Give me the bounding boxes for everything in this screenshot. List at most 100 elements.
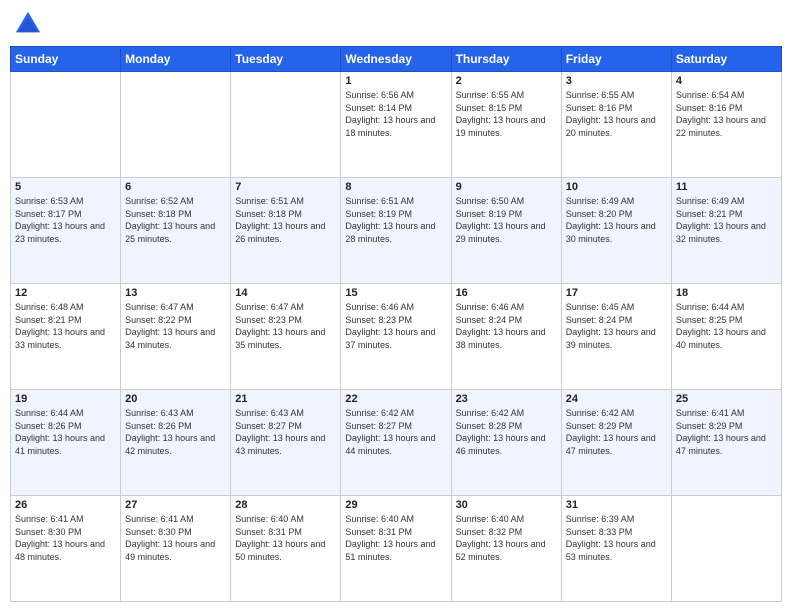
day-header: Friday bbox=[561, 47, 671, 72]
day-info: Sunrise: 6:50 AM Sunset: 8:19 PM Dayligh… bbox=[456, 195, 557, 245]
day-number: 5 bbox=[15, 181, 116, 193]
day-header: Tuesday bbox=[231, 47, 341, 72]
day-info: Sunrise: 6:55 AM Sunset: 8:16 PM Dayligh… bbox=[566, 89, 667, 139]
day-number: 15 bbox=[345, 287, 446, 299]
week-row: 1 Sunrise: 6:56 AM Sunset: 8:14 PM Daylig… bbox=[11, 72, 782, 178]
day-number: 3 bbox=[566, 75, 667, 87]
day-number: 25 bbox=[676, 393, 777, 405]
day-number: 21 bbox=[235, 393, 336, 405]
day-info: Sunrise: 6:40 AM Sunset: 8:31 PM Dayligh… bbox=[235, 513, 336, 563]
header bbox=[10, 10, 782, 38]
day-number: 19 bbox=[15, 393, 116, 405]
day-info: Sunrise: 6:53 AM Sunset: 8:17 PM Dayligh… bbox=[15, 195, 116, 245]
day-header: Saturday bbox=[671, 47, 781, 72]
calendar: SundayMondayTuesdayWednesdayThursdayFrid… bbox=[10, 46, 782, 602]
day-number: 13 bbox=[125, 287, 226, 299]
day-cell: 1 Sunrise: 6:56 AM Sunset: 8:14 PM Daylig… bbox=[341, 72, 451, 178]
day-info: Sunrise: 6:42 AM Sunset: 8:29 PM Dayligh… bbox=[566, 407, 667, 457]
day-cell: 31Sunrise: 6:39 AM Sunset: 8:33 PM Dayli… bbox=[561, 496, 671, 602]
day-header: Wednesday bbox=[341, 47, 451, 72]
day-info: Sunrise: 6:41 AM Sunset: 8:30 PM Dayligh… bbox=[125, 513, 226, 563]
day-number: 14 bbox=[235, 287, 336, 299]
day-info: Sunrise: 6:42 AM Sunset: 8:27 PM Dayligh… bbox=[345, 407, 446, 457]
day-info: Sunrise: 6:41 AM Sunset: 8:30 PM Dayligh… bbox=[15, 513, 116, 563]
day-cell: 19 Sunrise: 6:44 AM Sunset: 8:26 PM Dayli… bbox=[11, 390, 121, 496]
week-row: 19 Sunrise: 6:44 AM Sunset: 8:26 PM Dayli… bbox=[11, 390, 782, 496]
day-cell bbox=[671, 496, 781, 602]
day-info: Sunrise: 6:52 AM Sunset: 8:18 PM Dayligh… bbox=[125, 195, 226, 245]
page: SundayMondayTuesdayWednesdayThursdayFrid… bbox=[0, 0, 792, 612]
day-cell: 7Sunrise: 6:51 AM Sunset: 8:18 PM Daylig… bbox=[231, 178, 341, 284]
day-cell: 29 Sunrise: 6:40 AM Sunset: 8:31 PM Dayli… bbox=[341, 496, 451, 602]
day-cell: 20 Sunrise: 6:43 AM Sunset: 8:26 PM Dayli… bbox=[121, 390, 231, 496]
day-header: Sunday bbox=[11, 47, 121, 72]
day-info: Sunrise: 6:45 AM Sunset: 8:24 PM Dayligh… bbox=[566, 301, 667, 351]
day-number: 28 bbox=[235, 499, 336, 511]
day-info: Sunrise: 6:54 AM Sunset: 8:16 PM Dayligh… bbox=[676, 89, 777, 139]
day-number: 10 bbox=[566, 181, 667, 193]
day-info: Sunrise: 6:48 AM Sunset: 8:21 PM Dayligh… bbox=[15, 301, 116, 351]
day-info: Sunrise: 6:46 AM Sunset: 8:23 PM Dayligh… bbox=[345, 301, 446, 351]
day-number: 27 bbox=[125, 499, 226, 511]
day-number: 31 bbox=[566, 499, 667, 511]
day-number: 11 bbox=[676, 181, 777, 193]
day-cell: 30 Sunrise: 6:40 AM Sunset: 8:32 PM Dayli… bbox=[451, 496, 561, 602]
day-cell: 21 Sunrise: 6:43 AM Sunset: 8:27 PM Dayli… bbox=[231, 390, 341, 496]
week-row: 12 Sunrise: 6:48 AM Sunset: 8:21 PM Dayli… bbox=[11, 284, 782, 390]
day-cell: 14 Sunrise: 6:47 AM Sunset: 8:23 PM Dayli… bbox=[231, 284, 341, 390]
day-header: Thursday bbox=[451, 47, 561, 72]
day-number: 26 bbox=[15, 499, 116, 511]
day-info: Sunrise: 6:51 AM Sunset: 8:19 PM Dayligh… bbox=[345, 195, 446, 245]
day-info: Sunrise: 6:55 AM Sunset: 8:15 PM Dayligh… bbox=[456, 89, 557, 139]
day-number: 6 bbox=[125, 181, 226, 193]
day-info: Sunrise: 6:47 AM Sunset: 8:23 PM Dayligh… bbox=[235, 301, 336, 351]
day-number: 16 bbox=[456, 287, 557, 299]
logo-icon bbox=[14, 10, 42, 38]
day-number: 1 bbox=[345, 75, 446, 87]
day-info: Sunrise: 6:44 AM Sunset: 8:26 PM Dayligh… bbox=[15, 407, 116, 457]
day-number: 4 bbox=[676, 75, 777, 87]
day-info: Sunrise: 6:40 AM Sunset: 8:32 PM Dayligh… bbox=[456, 513, 557, 563]
day-info: Sunrise: 6:46 AM Sunset: 8:24 PM Dayligh… bbox=[456, 301, 557, 351]
day-number: 2 bbox=[456, 75, 557, 87]
day-info: Sunrise: 6:43 AM Sunset: 8:27 PM Dayligh… bbox=[235, 407, 336, 457]
day-info: Sunrise: 6:44 AM Sunset: 8:25 PM Dayligh… bbox=[676, 301, 777, 351]
day-info: Sunrise: 6:49 AM Sunset: 8:20 PM Dayligh… bbox=[566, 195, 667, 245]
day-cell: 17Sunrise: 6:45 AM Sunset: 8:24 PM Dayli… bbox=[561, 284, 671, 390]
day-cell: 3 Sunrise: 6:55 AM Sunset: 8:16 PM Daylig… bbox=[561, 72, 671, 178]
day-info: Sunrise: 6:41 AM Sunset: 8:29 PM Dayligh… bbox=[676, 407, 777, 457]
day-cell: 12 Sunrise: 6:48 AM Sunset: 8:21 PM Dayli… bbox=[11, 284, 121, 390]
day-info: Sunrise: 6:43 AM Sunset: 8:26 PM Dayligh… bbox=[125, 407, 226, 457]
day-cell: 27 Sunrise: 6:41 AM Sunset: 8:30 PM Dayli… bbox=[121, 496, 231, 602]
day-number: 20 bbox=[125, 393, 226, 405]
day-cell: 16 Sunrise: 6:46 AM Sunset: 8:24 PM Dayli… bbox=[451, 284, 561, 390]
day-number: 23 bbox=[456, 393, 557, 405]
week-row: 26 Sunrise: 6:41 AM Sunset: 8:30 PM Dayli… bbox=[11, 496, 782, 602]
day-cell: 4 Sunrise: 6:54 AM Sunset: 8:16 PM Daylig… bbox=[671, 72, 781, 178]
day-number: 29 bbox=[345, 499, 446, 511]
day-cell: 24 Sunrise: 6:42 AM Sunset: 8:29 PM Dayli… bbox=[561, 390, 671, 496]
day-number: 18 bbox=[676, 287, 777, 299]
day-cell: 28 Sunrise: 6:40 AM Sunset: 8:31 PM Dayli… bbox=[231, 496, 341, 602]
day-cell: 25 Sunrise: 6:41 AM Sunset: 8:29 PM Dayli… bbox=[671, 390, 781, 496]
day-cell: 9 Sunrise: 6:50 AM Sunset: 8:19 PM Daylig… bbox=[451, 178, 561, 284]
day-cell: 15 Sunrise: 6:46 AM Sunset: 8:23 PM Dayli… bbox=[341, 284, 451, 390]
day-cell: 6 Sunrise: 6:52 AM Sunset: 8:18 PM Daylig… bbox=[121, 178, 231, 284]
day-cell: 18 Sunrise: 6:44 AM Sunset: 8:25 PM Dayli… bbox=[671, 284, 781, 390]
day-cell bbox=[11, 72, 121, 178]
day-number: 9 bbox=[456, 181, 557, 193]
day-info: Sunrise: 6:51 AM Sunset: 8:18 PM Dayligh… bbox=[235, 195, 336, 245]
day-cell: 5 Sunrise: 6:53 AM Sunset: 8:17 PM Daylig… bbox=[11, 178, 121, 284]
header-row: SundayMondayTuesdayWednesdayThursdayFrid… bbox=[11, 47, 782, 72]
day-number: 22 bbox=[345, 393, 446, 405]
week-row: 5 Sunrise: 6:53 AM Sunset: 8:17 PM Daylig… bbox=[11, 178, 782, 284]
day-cell bbox=[121, 72, 231, 178]
day-number: 24 bbox=[566, 393, 667, 405]
day-header: Monday bbox=[121, 47, 231, 72]
day-info: Sunrise: 6:40 AM Sunset: 8:31 PM Dayligh… bbox=[345, 513, 446, 563]
day-cell: 13Sunrise: 6:47 AM Sunset: 8:22 PM Dayli… bbox=[121, 284, 231, 390]
day-info: Sunrise: 6:56 AM Sunset: 8:14 PM Dayligh… bbox=[345, 89, 446, 139]
day-number: 12 bbox=[15, 287, 116, 299]
logo bbox=[14, 10, 46, 38]
day-number: 30 bbox=[456, 499, 557, 511]
